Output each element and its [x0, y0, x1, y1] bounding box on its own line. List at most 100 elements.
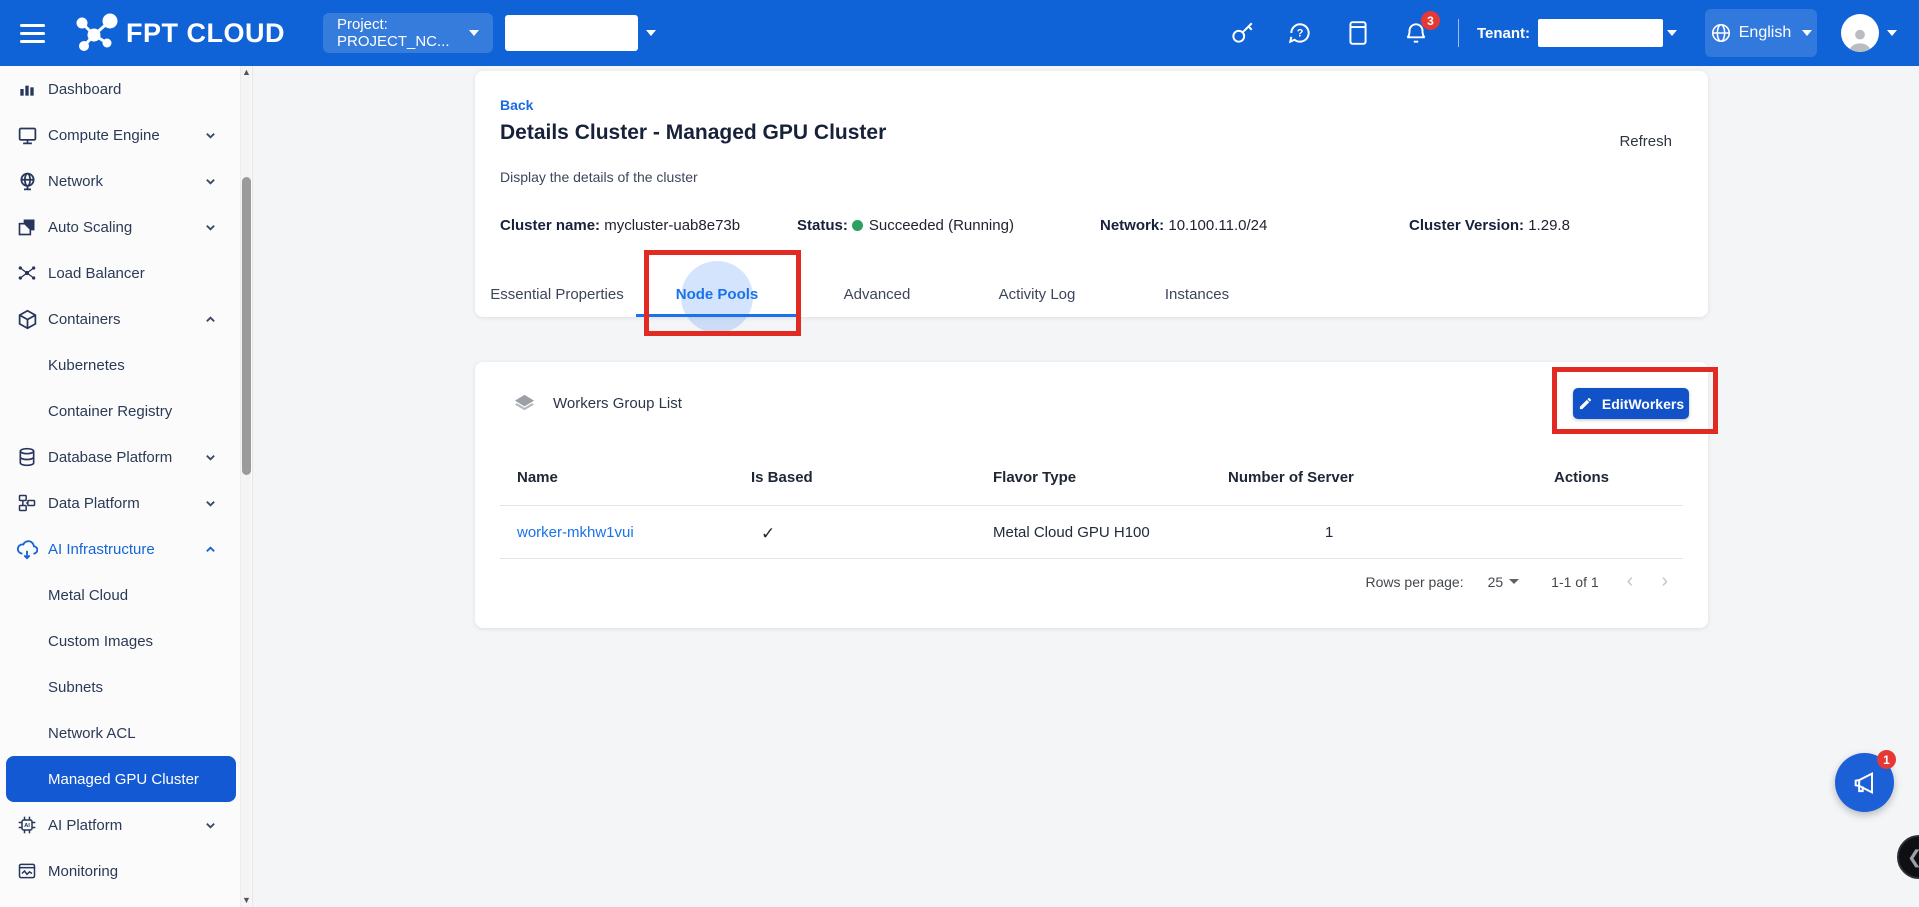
sidebar-scrollbar[interactable]: ▲ ▼: [240, 66, 251, 907]
flavor-type-cell: Metal Cloud GPU H100: [993, 524, 1150, 541]
cluster-name: Cluster name: mycluster-uab8e73b: [500, 217, 740, 234]
ai-platform-icon: AI: [16, 814, 38, 836]
chevron-up-icon: [205, 314, 216, 325]
tenant-label: Tenant:: [1477, 25, 1530, 42]
pagination-range: 1-1 of 1: [1551, 574, 1598, 590]
rows-per-page-select[interactable]: 25: [1488, 574, 1520, 590]
sidebar-item-subnets[interactable]: Subnets: [0, 664, 252, 710]
topbar-search-input[interactable]: [505, 15, 638, 51]
sidebar-item-ai-infrastructure[interactable]: AI Infrastructure: [0, 526, 252, 572]
cluster-version: Cluster Version: 1.29.8: [1409, 217, 1570, 234]
worker-name-link[interactable]: worker-mkhw1vui: [517, 524, 634, 541]
sidebar-item-managed-gpu-cluster[interactable]: Managed GPU Cluster: [6, 756, 236, 802]
page-title: Details Cluster - Managed GPU Cluster: [500, 121, 886, 145]
sidebar-item-network[interactable]: Network: [0, 158, 252, 204]
cluster-status: Status:Succeeded (Running): [797, 217, 1014, 234]
database-icon: [16, 446, 38, 468]
containers-icon: [16, 308, 38, 330]
sidebar-item-kubernetes[interactable]: Kubernetes: [0, 342, 252, 388]
chevron-down-icon: [205, 130, 216, 141]
sidebar-item-network-acl[interactable]: Network ACL: [0, 710, 252, 756]
main-content: Back Details Cluster - Managed GPU Clust…: [253, 66, 1919, 907]
svg-text:AI: AI: [24, 823, 30, 829]
docs-icon[interactable]: [1344, 19, 1372, 47]
compute-engine-icon: [16, 124, 38, 146]
language-label: English: [1739, 24, 1791, 42]
notifications-bell-icon[interactable]: 3: [1402, 19, 1430, 47]
previous-page-icon[interactable]: ‹: [1627, 570, 1634, 593]
scrollbar-thumb[interactable]: [242, 177, 251, 475]
sidebar-item-compute-engine[interactable]: Compute Engine: [0, 112, 252, 158]
col-header-number-of-server: Number of Server: [1228, 469, 1354, 486]
col-header-name: Name: [517, 469, 558, 486]
tab-activity-log[interactable]: Activity Log: [957, 271, 1117, 317]
load-balancer-icon: [16, 262, 38, 284]
api-key-icon[interactable]: [1228, 19, 1256, 47]
sidebar-item-containers[interactable]: Containers: [0, 296, 252, 342]
megaphone-icon: [1851, 769, 1879, 797]
network-icon: [16, 170, 38, 192]
announcements-button[interactable]: 1: [1835, 753, 1894, 812]
sidebar-item-auto-scaling[interactable]: Auto Scaling: [0, 204, 252, 250]
chevron-left-icon: ❮: [1907, 847, 1919, 868]
auto-scaling-icon: [16, 216, 38, 238]
help-icon[interactable]: ?: [1286, 19, 1314, 47]
sidebar-item-monitoring[interactable]: Monitoring: [0, 848, 252, 894]
sidebar-item-load-balancer[interactable]: Load Balancer: [0, 250, 252, 296]
ai-infrastructure-icon: [16, 538, 38, 560]
user-menu[interactable]: [1841, 14, 1897, 52]
scroll-down-icon[interactable]: ▼: [242, 896, 251, 905]
next-page-icon[interactable]: ›: [1661, 570, 1668, 593]
tab-bar: Essential Properties Node Pools Advanced…: [477, 271, 1277, 317]
page-subtitle: Display the details of the cluster: [500, 169, 698, 185]
col-header-actions: Actions: [1554, 469, 1609, 486]
scroll-up-icon[interactable]: ▲: [242, 68, 251, 77]
is-based-checkmark: ✓: [761, 524, 775, 544]
project-selector[interactable]: Project: PROJECT_NC...: [323, 13, 493, 53]
divider: [1458, 19, 1459, 47]
chevron-down-icon: [205, 222, 216, 233]
tab-instances[interactable]: Instances: [1117, 271, 1277, 317]
workers-group-card: Workers Group List EditWorkers Name Is B…: [475, 362, 1708, 628]
back-link[interactable]: Back: [500, 97, 533, 113]
dashboard-icon: [16, 78, 38, 100]
layers-icon: [513, 392, 536, 415]
tenant-value-field[interactable]: [1538, 19, 1663, 47]
col-header-is-based: Is Based: [751, 469, 813, 486]
active-tab-underline: [636, 314, 796, 317]
avatar: [1841, 14, 1879, 52]
edit-workers-button[interactable]: EditWorkers: [1573, 388, 1689, 419]
fpt-cloud-logo[interactable]: FPT CLOUD: [74, 13, 285, 53]
data-platform-icon: [16, 492, 38, 514]
sidebar-item-container-registry[interactable]: Container Registry: [0, 388, 252, 434]
sidebar-item-ai-platform[interactable]: AI AI Platform: [0, 802, 252, 848]
project-selector-label: Project: PROJECT_NC...: [337, 16, 469, 50]
sidebar-item-dashboard[interactable]: Dashboard: [0, 66, 252, 112]
status-green-dot: [852, 220, 863, 231]
language-selector[interactable]: English: [1705, 9, 1817, 57]
tab-advanced[interactable]: Advanced: [797, 271, 957, 317]
svg-text:?: ?: [1297, 27, 1304, 39]
tab-essential-properties[interactable]: Essential Properties: [477, 271, 637, 317]
table-divider: [500, 505, 1683, 506]
topbar-icons: ? 3: [1228, 19, 1430, 47]
table-divider: [500, 558, 1683, 559]
sidebar-item-database-platform[interactable]: Database Platform: [0, 434, 252, 480]
chevron-down-icon: [1802, 30, 1812, 36]
chevron-down-icon[interactable]: [1667, 30, 1677, 36]
globe-icon: [1710, 22, 1732, 44]
sidebar-item-metal-cloud[interactable]: Metal Cloud: [0, 572, 252, 618]
topbar: FPT CLOUD Project: PROJECT_NC... ?: [0, 0, 1919, 66]
hamburger-menu-icon[interactable]: [4, 0, 60, 66]
pagination: Rows per page: 25 1-1 of 1 ‹ ›: [1366, 570, 1668, 593]
chevron-down-icon: [205, 176, 216, 187]
section-title: Workers Group List: [553, 395, 682, 412]
sidebar-item-custom-images[interactable]: Custom Images: [0, 618, 252, 664]
refresh-button[interactable]: Refresh: [1619, 133, 1672, 150]
chevron-down-icon: [1887, 30, 1897, 36]
chevron-up-icon: [205, 544, 216, 555]
col-header-flavor-type: Flavor Type: [993, 469, 1076, 486]
chevron-down-icon[interactable]: [646, 30, 656, 36]
sidebar-item-data-platform[interactable]: Data Platform: [0, 480, 252, 526]
tab-node-pools[interactable]: Node Pools: [637, 271, 797, 317]
